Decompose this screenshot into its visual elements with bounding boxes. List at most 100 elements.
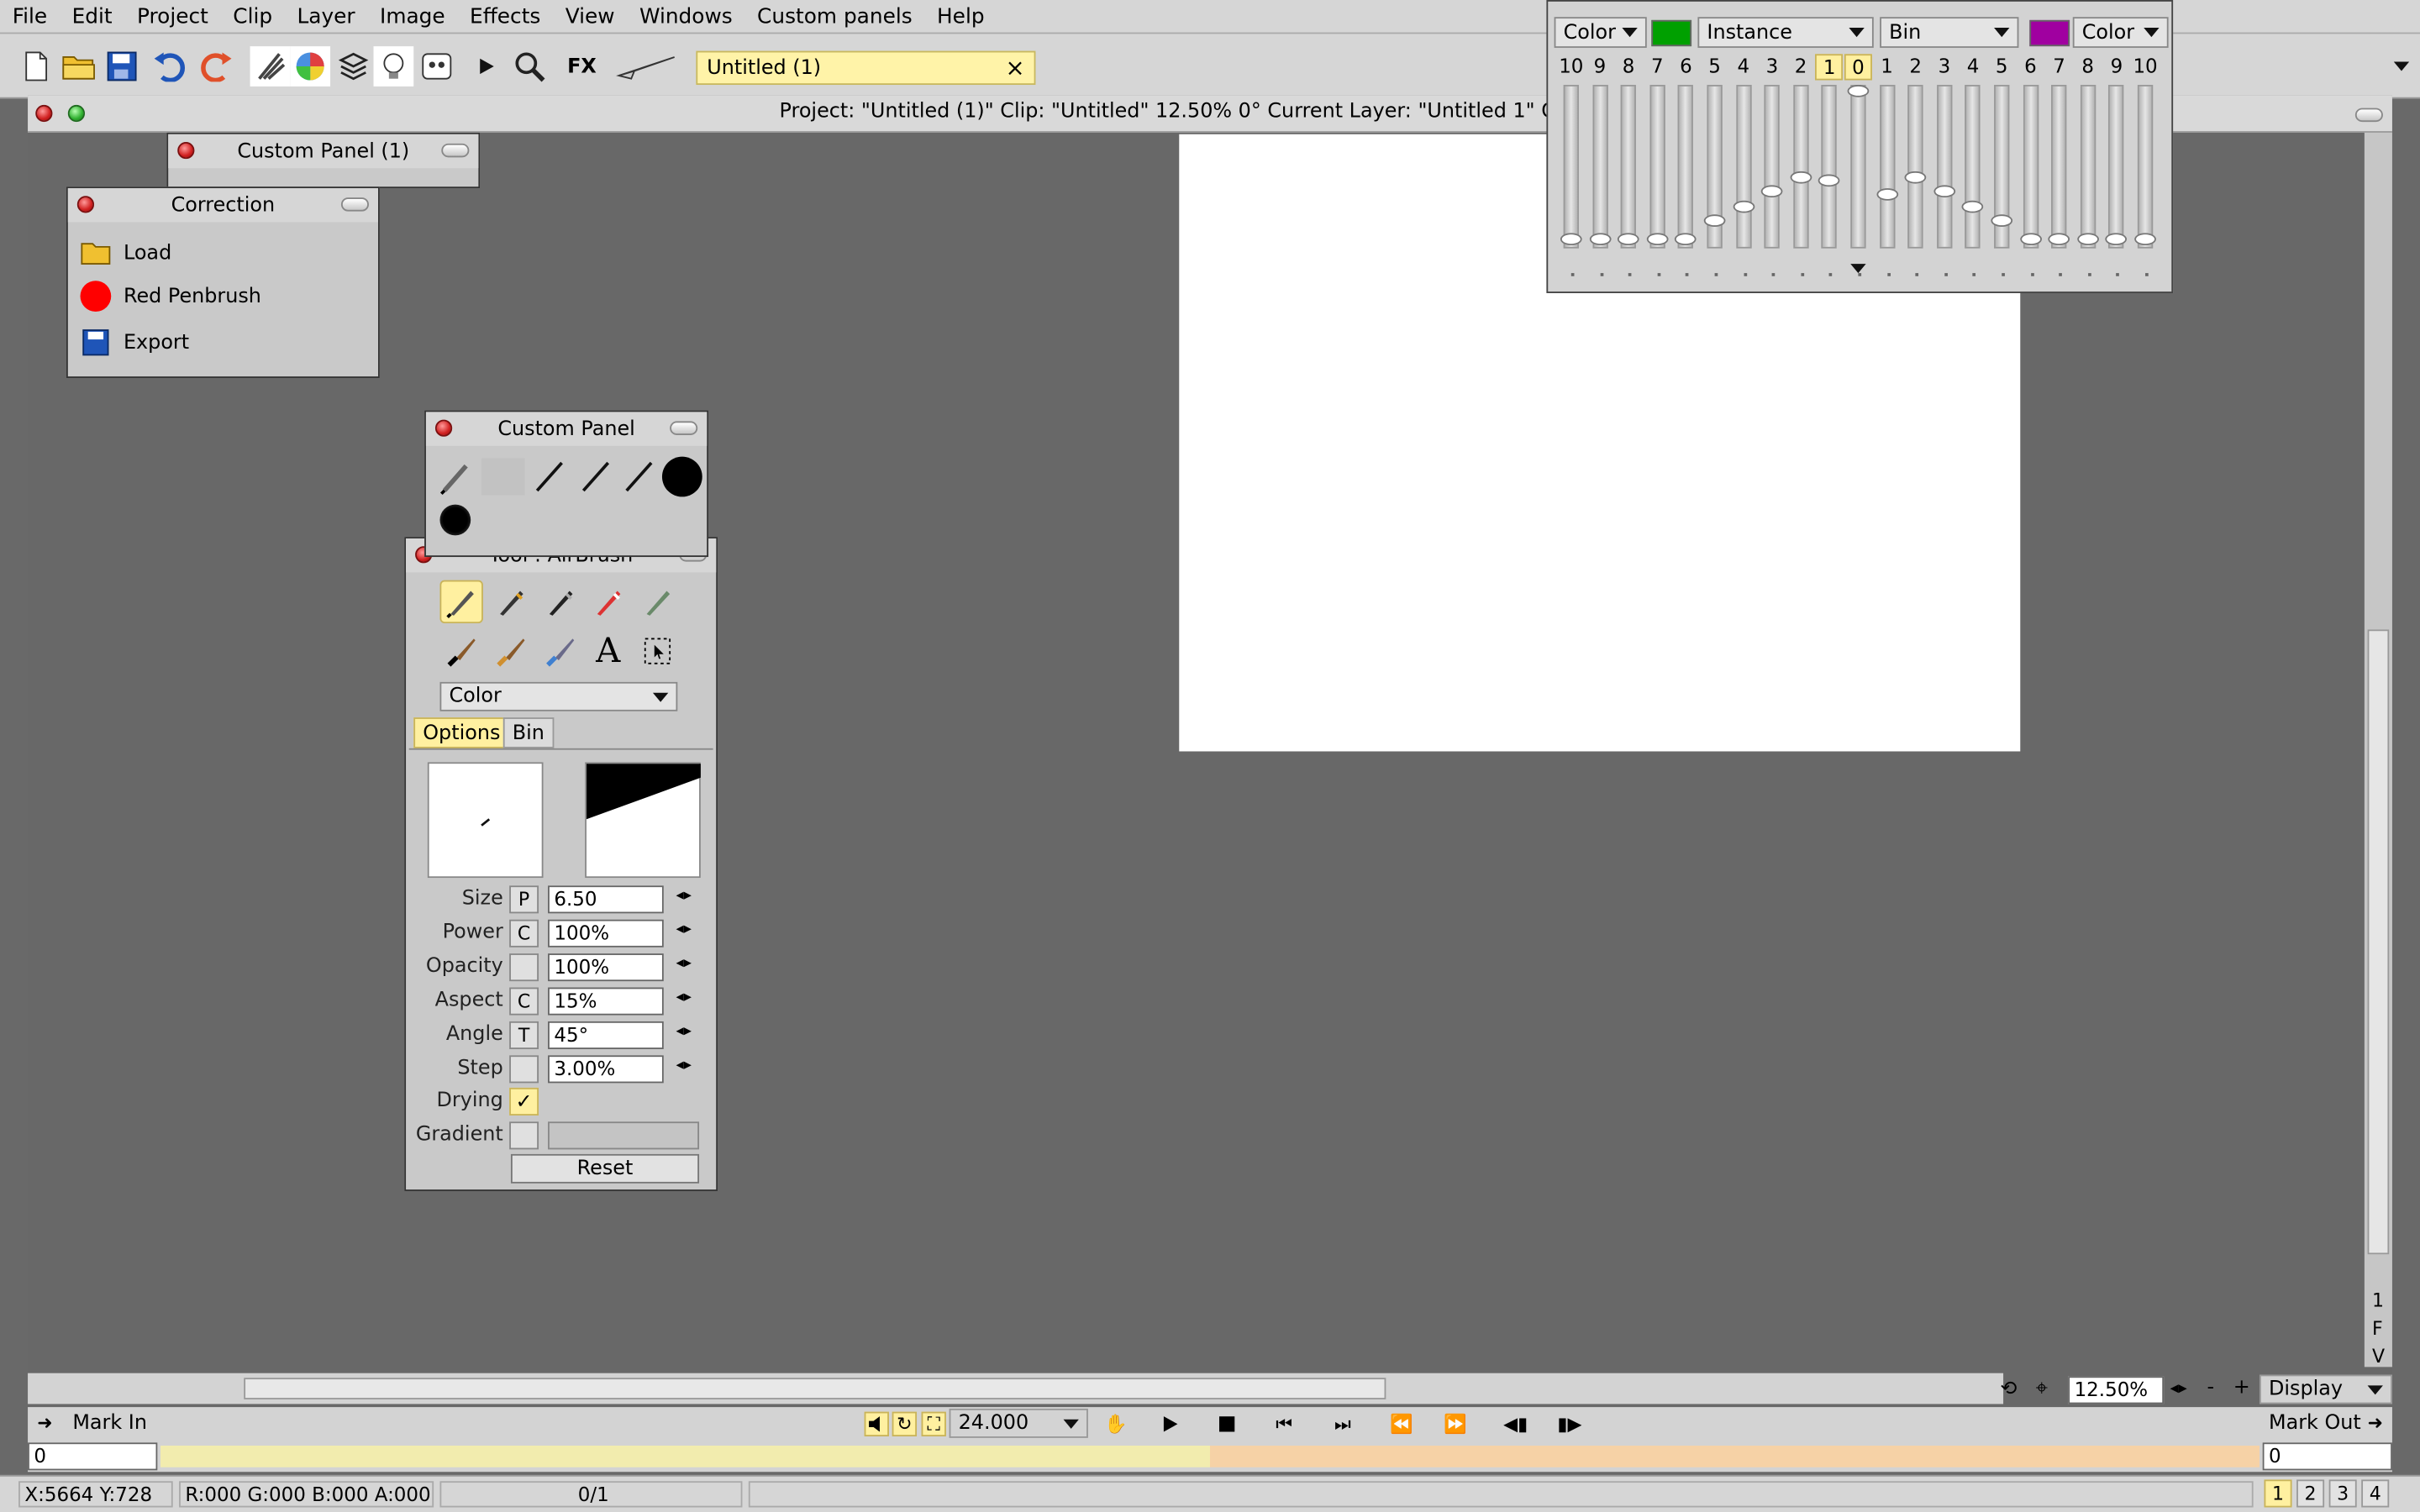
menu-edit[interactable]: Edit [60,4,124,29]
airbrush-tool-icon[interactable] [439,580,483,624]
magnifier-icon[interactable] [509,46,550,87]
brush-preset-pen-icon[interactable] [528,459,571,501]
lightbulb-icon[interactable] [373,46,414,87]
rewind-icon[interactable]: ⏪ [1378,1412,1424,1436]
instance-select[interactable]: Instance [1697,17,1874,48]
stepper-arrows-icon[interactable]: ◂▸ [676,887,691,904]
tab-bin[interactable]: Bin [502,717,554,748]
last-frame-icon[interactable]: ⏭ [1324,1412,1361,1436]
slider-track[interactable] [1646,85,1669,249]
close-window-icon[interactable] [35,104,53,123]
menu-help[interactable]: Help [924,4,997,29]
drying-checkbox[interactable]: ✓ [509,1087,539,1116]
timeline-range[interactable] [160,1446,1211,1467]
brush-preset-round-large-icon[interactable] [661,456,702,497]
slider-track[interactable] [2106,85,2128,249]
text-tool-icon[interactable]: A [587,629,629,672]
open-folder-icon[interactable] [59,46,99,87]
save-icon[interactable] [102,46,142,87]
slider-knob[interactable] [1560,233,1582,246]
play-toolbar-icon[interactable] [466,46,507,87]
slider-knob[interactable] [2019,233,2042,246]
correction-item-load[interactable]: Load [81,238,171,269]
option-flag[interactable]: C [509,987,539,1016]
stepper-arrows-icon[interactable]: ◂▸ [676,1023,691,1040]
minimize-panel-icon[interactable] [670,421,698,435]
stepper-arrows-icon[interactable]: ◂▸ [676,1057,691,1074]
opacity-field[interactable]: 100% [548,953,664,982]
slider-track[interactable] [2048,85,2070,249]
custom-panel-1-header[interactable]: Custom Panel (1) [168,134,479,169]
slider-knob[interactable] [1761,185,1783,198]
chevron-down-icon[interactable] [1850,264,1866,274]
menu-image[interactable]: Image [367,4,457,29]
left-color-swatch[interactable] [1651,19,1692,47]
slider-track[interactable] [1618,85,1639,249]
menu-clip[interactable]: Clip [221,4,285,29]
zoom-stepper-icon[interactable]: ◂▸ [2170,1378,2186,1398]
mask-icon[interactable] [417,46,457,87]
slider-knob[interactable] [1703,215,1726,228]
stepper-arrows-icon[interactable]: ◂▸ [676,955,691,972]
layers-icon[interactable] [334,46,374,87]
stepper-arrows-icon[interactable]: ◂▸ [676,921,691,938]
slider-track[interactable] [1933,85,1955,249]
slider-track[interactable] [1904,85,1927,249]
right-color-swatch[interactable] [2029,19,2070,47]
minimize-window-icon[interactable] [2354,108,2383,123]
brush-preset-empty[interactable] [481,458,525,496]
slider-knob[interactable] [1790,171,1812,183]
maximize-window-icon[interactable] [67,104,86,123]
slider-knob[interactable] [1991,215,2013,228]
stepper-arrows-icon[interactable]: ◂▸ [676,989,691,1005]
slider-knob[interactable] [1589,233,1611,246]
hand-icon[interactable]: ✋ [1101,1412,1132,1436]
horizontal-scroll-thumb[interactable] [244,1378,1386,1399]
mark-out-field[interactable]: 0 [2262,1442,2392,1471]
pen-tool-icon[interactable] [489,580,532,623]
blur-tool-icon[interactable] [539,629,581,672]
slider-track[interactable] [2019,85,2042,249]
slider-knob[interactable] [2106,233,2128,246]
chevron-down-icon[interactable] [2386,54,2417,78]
slider-knob[interactable] [1962,200,1984,213]
display-select[interactable]: Display [2259,1374,2392,1404]
vscroll-label-f[interactable]: F [2372,1318,2383,1340]
slider-track[interactable] [1761,85,1783,249]
slider-knob[interactable] [1847,85,1870,97]
fast-forward-icon[interactable]: ⏩ [1432,1412,1478,1436]
tool-mode-select[interactable]: Color [439,681,678,711]
angle-field[interactable]: 45° [548,1021,664,1049]
marker-tool-icon[interactable] [539,580,581,623]
right-mode-select[interactable]: Color [2072,17,2169,48]
slider-track[interactable] [1732,85,1754,249]
brush-tools-icon[interactable] [250,46,291,87]
custom-panel-header[interactable]: Custom Panel [425,412,708,446]
option-flag[interactable]: C [509,919,539,948]
brush-preset-round-soft-icon[interactable] [439,504,471,536]
correction-item-export[interactable]: Export [81,327,189,358]
slider-knob[interactable] [2076,233,2099,246]
color-wheel-icon[interactable] [290,46,331,87]
smudge-tool-icon[interactable] [489,629,532,672]
fps-select[interactable]: 24.000 [949,1408,1088,1438]
slider-knob[interactable] [1675,233,1697,246]
speaker-icon[interactable] [864,1411,889,1436]
layer-view-button-4[interactable]: 4 [2361,1479,2390,1508]
close-panel-icon[interactable] [177,141,195,160]
zoom-in-button[interactable]: + [2233,1376,2250,1399]
slider-knob[interactable] [1876,188,1898,202]
eraser-tool-icon[interactable] [587,580,629,623]
close-panel-icon[interactable] [76,196,95,213]
fit-frame-icon[interactable]: ⛶ [921,1411,946,1436]
layer-view-button-2[interactable]: 2 [2296,1479,2325,1508]
vscroll-label-v[interactable]: V [2372,1346,2385,1368]
slider-track[interactable] [2076,85,2099,249]
close-panel-icon[interactable] [434,419,453,437]
step-field[interactable]: 3.00% [548,1055,664,1084]
bin-select[interactable]: Bin [1880,17,2019,48]
option-flag[interactable] [509,1055,539,1084]
redo-icon[interactable] [194,46,234,87]
mark-in-field[interactable]: 0 [28,1442,158,1471]
undo-icon[interactable] [151,46,192,87]
